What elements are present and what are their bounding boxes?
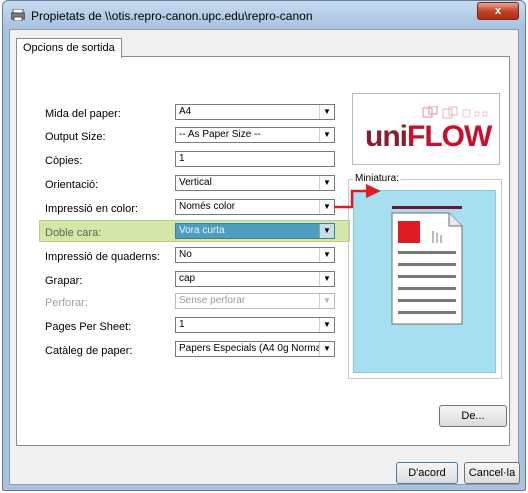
setting-row-paper-catalog: Catàleg de paper: Papers Especials (A4 0… [45,341,355,361]
chevron-down-icon[interactable]: ▼ [319,272,334,286]
setting-label: Impressió en color: [45,203,138,215]
setting-row-paper-size: Mida del paper: A4 ▼ [45,104,355,124]
cancel-button[interactable]: Cancel·la [464,462,520,484]
color-print-select[interactable]: Només color ▼ [175,199,335,215]
output-size-select[interactable]: -- As Paper Size -- ▼ [175,127,335,143]
select-value: Només color [179,201,236,212]
select-value: Papers Especials (A4 0g Normal) (Bl [179,343,335,354]
tab-output-options[interactable]: Opcions de sortida [16,38,122,58]
logo-text-flow: FLOW [407,120,492,153]
setting-label: Impressió de quaderns: [45,251,160,263]
details-button[interactable]: De... [439,405,507,427]
document-preview-icon [391,206,463,325]
setting-label: Catàleg de paper: [45,345,133,357]
setting-label: Còpies: [45,155,83,167]
preview-area [353,190,496,373]
setting-row-color-print: Impressió en color: Només color ▼ [45,199,355,219]
select-value: -- As Paper Size -- [179,129,261,140]
pages-per-sheet-select[interactable]: 1 ▼ [175,317,335,333]
properties-dialog: Propietats de \\otis.repro-canon.upc.edu… [2,0,526,491]
preview-group: Miniatura: [348,173,502,379]
setting-row-output-size: Output Size: -- As Paper Size -- ▼ [45,127,355,147]
setting-label: Doble cara: [45,227,102,239]
chevron-down-icon[interactable]: ▼ [319,176,334,190]
setting-row-booklet: Impressió de quaderns: No ▼ [45,247,355,267]
chevron-down-icon[interactable]: ▼ [319,105,334,119]
chevron-down-icon[interactable]: ▼ [319,200,334,214]
tab-panel: Mida del paper: A4 ▼ Output Size: -- As … [16,56,510,446]
chevron-down-icon[interactable]: ▼ [319,248,334,262]
setting-label: Grapar: [45,275,83,287]
select-value: Vertical [179,177,212,188]
chevron-down-icon: ▼ [319,294,334,308]
uniflow-logo-box: uniFLOW [352,93,500,165]
select-value: No [179,249,192,260]
setting-label: Pages Per Sheet: [45,321,132,333]
setting-row-staple: Grapar: cap ▼ [45,271,355,291]
title-bar[interactable]: Propietats de \\otis.repro-canon.upc.edu… [3,1,525,29]
orientation-select[interactable]: Vertical ▼ [175,175,335,191]
copies-input[interactable]: 1 [175,151,335,167]
uniflow-logo: uniFLOW [365,120,492,154]
booklet-select[interactable]: No ▼ [175,247,335,263]
staple-select[interactable]: cap ▼ [175,271,335,287]
setting-label: Mida del paper: [45,108,121,120]
close-button[interactable]: x [477,2,519,20]
dialog-client: Opcions de sortida Mida del paper: A4 ▼ … [9,29,520,485]
chevron-down-icon[interactable]: ▼ [319,342,334,356]
setting-label: Orientació: [45,179,99,191]
logo-text-uni: uni [365,120,408,153]
printer-icon [11,9,25,21]
select-value: Vora curta [179,225,225,236]
setting-row-orientation: Orientació: Vertical ▼ [45,175,355,195]
paper-catalog-select[interactable]: Papers Especials (A4 0g Normal) (Bl ▼ [175,341,335,357]
preview-legend: Miniatura: [353,173,401,184]
chevron-down-icon[interactable]: ▼ [319,224,334,238]
paper-size-select[interactable]: A4 ▼ [175,104,335,120]
window-title: Propietats de \\otis.repro-canon.upc.edu… [31,9,313,23]
select-value: cap [179,273,196,284]
select-value: A4 [179,106,192,117]
setting-row-duplex: Doble cara: Vora curta ▼ [45,223,355,243]
duplex-select[interactable]: Vora curta ▼ [175,223,335,239]
select-value: Sense perforar [179,295,246,306]
setting-label: Perforar: [45,297,88,309]
setting-row-pages-per-sheet: Pages Per Sheet: 1 ▼ [45,317,355,337]
ok-button[interactable]: D'acord [396,462,458,484]
select-value: 1 [179,319,185,330]
setting-label: Output Size: [45,131,106,143]
chevron-down-icon[interactable]: ▼ [319,318,334,332]
punch-select: Sense perforar ▼ [175,293,335,309]
setting-row-punch: Perforar: Sense perforar ▼ [45,293,355,313]
input-value: 1 [179,153,185,164]
logo-squares-icon [422,106,488,119]
setting-row-copies: Còpies: 1 [45,151,355,171]
chevron-down-icon[interactable]: ▼ [319,128,334,142]
